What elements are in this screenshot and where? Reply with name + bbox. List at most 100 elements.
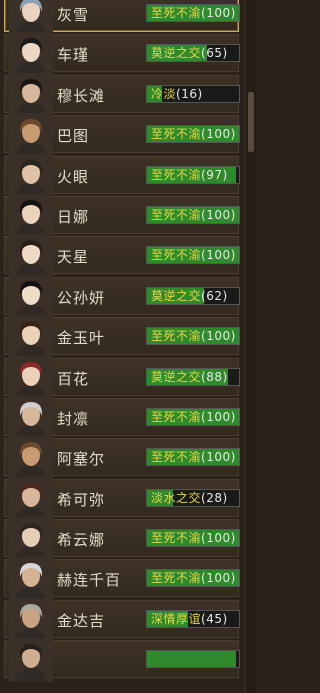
character-name: 日娜: [57, 207, 90, 226]
affinity-value: (100): [201, 329, 236, 344]
relation-label: 莫逆之交: [151, 369, 202, 384]
character-portrait-icon: [9, 32, 53, 77]
relation-label: 至死不渝: [151, 248, 202, 263]
affinity-value: (97): [201, 167, 228, 182]
affinity-text: 冷淡(16): [151, 87, 203, 102]
character-row[interactable]: 灰雪 至死不渝(100): [4, 0, 240, 36]
character-portrait-icon: [9, 0, 53, 36]
affinity-value: (100): [201, 571, 236, 586]
character-portrait-icon: [9, 557, 53, 602]
affinity-value: (100): [201, 207, 236, 222]
character-row[interactable]: [4, 638, 240, 683]
affinity-value: (16): [176, 86, 203, 101]
affinity-text: 至死不渝(100): [151, 208, 236, 223]
scrollbar-track[interactable]: [245, 0, 256, 693]
character-portrait-icon: [9, 476, 53, 521]
affinity-bar: 至死不渝(100): [146, 327, 240, 346]
character-row[interactable]: 希可弥 淡水之交(28): [4, 476, 240, 521]
affinity-bar: 深情厚谊(45): [146, 609, 240, 628]
affinity-text: 莫逆之交(62): [151, 289, 228, 304]
relation-label: 至死不渝: [151, 531, 202, 546]
character-row[interactable]: 车瑾 莫逆之交(65): [4, 32, 240, 77]
affinity-text: 至死不渝(100): [151, 329, 236, 344]
character-name: 金达吉: [57, 611, 106, 630]
affinity-bar: 至死不渝(100): [146, 448, 240, 467]
character-portrait-icon: [9, 315, 53, 360]
character-row[interactable]: 火眼 至死不渝(97): [4, 153, 240, 198]
affinity-value: (88): [201, 369, 228, 384]
character-row[interactable]: 天星 至死不渝(100): [4, 234, 240, 279]
character-list: 灰雪 至死不渝(100) 车瑾 莫逆之交(65) 穆长滩 冷淡(16) 巴图 至死不渝(100…: [0, 0, 243, 683]
affinity-value: (100): [201, 127, 236, 142]
character-name: 金玉叶: [57, 329, 106, 348]
character-portrait-icon: [9, 153, 53, 198]
affinity-value: (45): [201, 611, 228, 626]
affinity-bar: 至死不渝(100): [146, 4, 240, 22]
affinity-text: 深情厚谊(45): [151, 612, 228, 627]
character-portrait-icon: [9, 517, 53, 562]
scrollbar-thumb[interactable]: [248, 92, 254, 152]
character-portrait-icon: [9, 234, 53, 279]
relation-label: 至死不渝: [151, 409, 202, 424]
character-name: 赫连千百: [57, 571, 122, 590]
character-row[interactable]: 封凛 至死不渝(100): [4, 395, 240, 440]
character-row[interactable]: 日娜 至死不渝(100): [4, 193, 240, 238]
character-row[interactable]: 希云娜 至死不渝(100): [4, 517, 240, 562]
character-portrait-icon: [9, 597, 53, 642]
affinity-bar: 至死不渝(100): [146, 569, 240, 588]
character-row[interactable]: 巴图 至死不渝(100): [4, 113, 240, 158]
relation-label: 淡水之交: [151, 490, 202, 505]
affinity-bar-fill: [147, 651, 237, 668]
character-row[interactable]: 公孙妍 莫逆之交(62): [4, 274, 240, 319]
character-portrait-icon: [9, 193, 53, 238]
character-row[interactable]: 金达吉 深情厚谊(45): [4, 597, 240, 642]
affinity-text: 至死不渝(100): [151, 410, 236, 425]
affinity-bar: 莫逆之交(88): [146, 367, 240, 386]
character-name: 灰雪: [57, 6, 90, 24]
character-portrait-icon: [9, 113, 53, 158]
character-portrait-icon: [9, 274, 53, 319]
relation-label: 至死不渝: [151, 6, 202, 20]
affinity-bar: 至死不渝(100): [146, 205, 240, 224]
affinity-text: 至死不渝(100): [151, 450, 236, 465]
character-portrait-icon: [9, 72, 53, 117]
relation-label: 莫逆之交: [151, 288, 202, 303]
relation-label: 冷淡: [151, 86, 177, 101]
character-name: 希云娜: [57, 531, 106, 550]
affinity-value: (65): [201, 46, 228, 61]
affinity-bar: 至死不渝(100): [146, 246, 240, 265]
character-name: 车瑾: [57, 46, 90, 65]
character-name: 火眼: [57, 167, 90, 186]
relation-label: 至死不渝: [151, 207, 202, 222]
affinity-text: 至死不渝(100): [151, 127, 236, 142]
affinity-value: (62): [201, 288, 228, 303]
affinity-text: 至死不渝(100): [151, 531, 236, 546]
character-row[interactable]: 阿塞尔 至死不渝(100): [4, 436, 240, 481]
character-portrait-icon: [9, 638, 53, 683]
character-portrait-icon: [9, 436, 53, 481]
character-row[interactable]: 金玉叶 至死不渝(100): [4, 315, 240, 360]
affinity-text: 至死不渝(100): [151, 6, 236, 21]
affinity-text: 至死不渝(100): [151, 248, 236, 263]
affinity-bar: 至死不渝(97): [146, 165, 240, 184]
relation-label: 至死不渝: [151, 329, 202, 344]
character-name: 公孙妍: [57, 288, 106, 307]
affinity-bar: 至死不渝(100): [146, 529, 240, 548]
affinity-value: (100): [201, 531, 236, 546]
character-name: 希可弥: [57, 490, 106, 509]
character-name: 天星: [57, 248, 90, 267]
character-name: 封凛: [57, 409, 90, 428]
affinity-text: 莫逆之交(65): [151, 46, 228, 61]
character-row[interactable]: 穆长滩 冷淡(16): [4, 72, 240, 117]
affinity-value: (28): [201, 490, 228, 505]
character-portrait-icon: [9, 355, 53, 400]
character-portrait-icon: [9, 395, 53, 440]
affinity-bar: [146, 650, 240, 669]
character-row[interactable]: 百花 莫逆之交(88): [4, 355, 240, 400]
affinity-bar: 莫逆之交(62): [146, 286, 240, 305]
character-name: 穆长滩: [57, 86, 106, 105]
character-row[interactable]: 赫连千百 至死不渝(100): [4, 557, 240, 602]
character-relation-panel: 灰雪 至死不渝(100) 车瑾 莫逆之交(65) 穆长滩 冷淡(16) 巴图 至死不渝(100…: [0, 0, 259, 693]
character-name: 阿塞尔: [57, 450, 106, 469]
relation-label: 至死不渝: [151, 167, 202, 182]
